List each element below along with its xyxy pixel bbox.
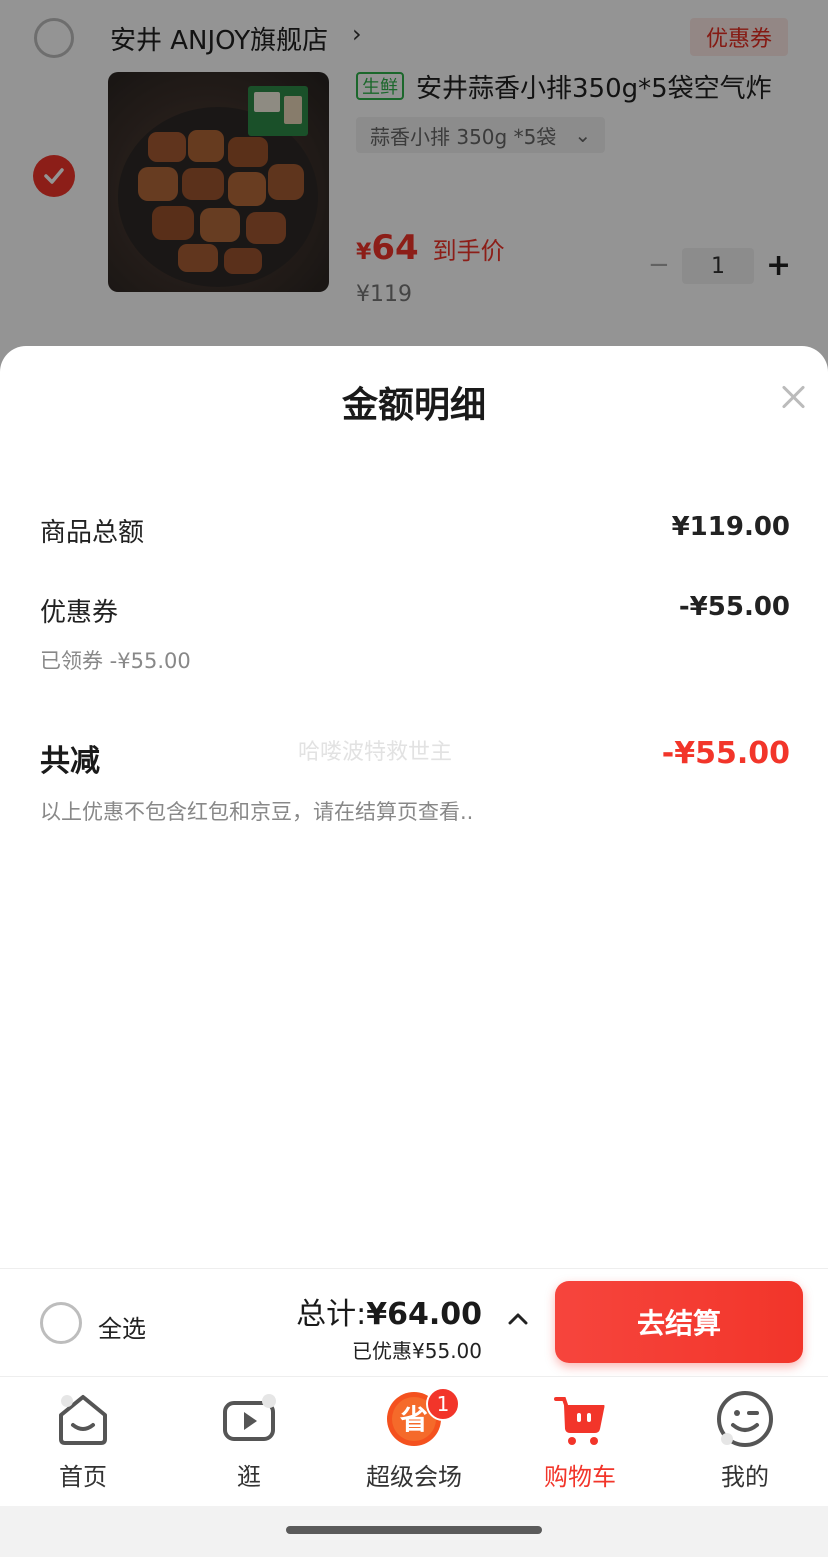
coupon-value: -¥55.00 [678, 592, 790, 622]
modal-overlay[interactable] [0, 0, 828, 380]
select-all-label[interactable]: 全选 [98, 1309, 146, 1344]
tab-home-label: 首页 [59, 1463, 107, 1491]
tab-cart-label: 购物车 [544, 1463, 616, 1491]
tab-super-venue[interactable]: 省 1 超级会场 [331, 1387, 497, 1507]
tab-home[interactable]: 首页 [0, 1389, 166, 1507]
goods-total-value: ¥119.00 [671, 512, 790, 542]
cart-icon [554, 1397, 605, 1445]
super-venue-glyph: 省 [400, 1403, 428, 1436]
saved-amount: 已优惠¥55.00 [352, 1339, 482, 1363]
cart-background: 安井 ANJOY旗舰店 › 优惠券 生鲜 安井蒜香小排350g*5袋空气炸 蒜香… [0, 0, 828, 380]
total-reduction-value: -¥55.00 [661, 736, 790, 771]
total-price: 总计:¥64.00 [296, 1289, 482, 1333]
tab-browse[interactable]: 逛 [166, 1389, 332, 1507]
total-amount: ¥64.00 [366, 1297, 482, 1332]
checkout-bar: 全选 总计:¥64.00 已优惠¥55.00 去结算 [0, 1268, 828, 1376]
tab-cart[interactable]: 购物车 [497, 1389, 663, 1507]
total-reduction-label: 共减 [40, 744, 100, 779]
tab-profile-label: 我的 [721, 1463, 769, 1491]
total-prefix: 总计: [296, 1297, 367, 1332]
bottom-tab-bar: 首页 逛 省 1 超级会场 购物车 我的 [0, 1376, 828, 1506]
profile-icon [717, 1391, 773, 1447]
home-indicator[interactable] [286, 1526, 542, 1534]
checkout-button[interactable]: 去结算 [555, 1281, 803, 1363]
sheet-title: 金额明细 [341, 385, 486, 426]
coupon-claimed-note: 已领券 -¥55.00 [40, 649, 191, 673]
home-icon [59, 1395, 107, 1445]
video-icon [223, 1394, 276, 1441]
system-navigation-area [0, 1506, 828, 1557]
tab-super-venue-label: 超级会场 [366, 1463, 462, 1491]
tab-browse-label: 逛 [237, 1463, 261, 1491]
close-icon[interactable] [776, 380, 810, 414]
select-all-radio[interactable] [40, 1302, 82, 1344]
discount-note: 以上优惠不包含红包和京豆，请在结算页查看.. [40, 800, 474, 824]
notification-badge: 1 [426, 1387, 460, 1421]
chevron-up-icon[interactable] [506, 1307, 530, 1331]
watermark-text: 哈喽波特救世主 [298, 740, 453, 765]
goods-total-label: 商品总额 [40, 518, 145, 548]
coupon-label: 优惠券 [40, 598, 119, 628]
amount-detail-sheet: 金额明细 商品总额 ¥119.00 优惠券 -¥55.00 已领券 -¥55.0… [0, 346, 828, 1268]
super-venue-icon: 省 1 [384, 1387, 460, 1449]
tab-profile[interactable]: 我的 [662, 1389, 828, 1507]
